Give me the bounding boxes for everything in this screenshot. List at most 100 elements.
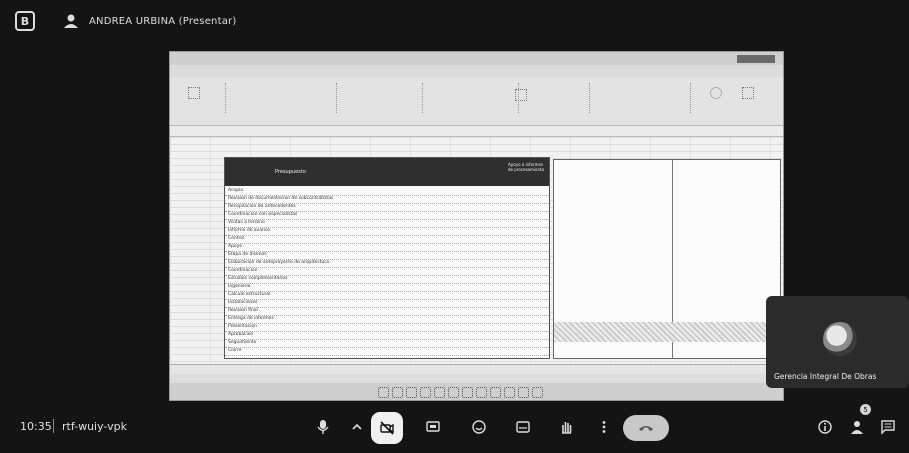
- table-row: Aprobacion: [225, 332, 549, 340]
- table-row: Recopilacion de antecedentes: [225, 204, 549, 212]
- table-row-label: Apoyo: [228, 244, 243, 249]
- table-row-label: Aprobacion: [228, 332, 254, 337]
- table-row: Seguimiento: [225, 340, 549, 348]
- camera-off-icon: [380, 421, 394, 435]
- shared-screen: Presupuesto Apoyo a informes de procesam…: [169, 51, 784, 401]
- microphone-icon: [317, 420, 329, 434]
- table-row: Revision final: [225, 308, 549, 316]
- more-vert-icon: [602, 421, 606, 433]
- participant-name: Gerencia Integral De Obras: [774, 372, 877, 381]
- share-button[interactable]: [737, 55, 775, 63]
- formula-bar[interactable]: [170, 126, 783, 137]
- ribbon-group: [337, 83, 423, 113]
- ribbon-group: [423, 83, 519, 113]
- chevron-up-icon: [352, 423, 362, 430]
- window-app-icon[interactable]: B: [15, 11, 35, 31]
- bottom-divider: [53, 419, 54, 433]
- presenter-label: ANDREA URBINA (Presentar): [89, 16, 237, 27]
- more-options-button[interactable]: [590, 413, 618, 441]
- participant-tile[interactable]: Gerencia Integral De Obras: [766, 296, 909, 388]
- table-row: Cierre: [225, 348, 549, 356]
- hangup-icon: [639, 426, 653, 431]
- table-header-note: Apoyo a informes de procesamiento: [508, 162, 545, 172]
- info-icon: [818, 420, 832, 434]
- participant-avatar: [823, 322, 857, 356]
- paste-icon[interactable]: [188, 87, 200, 99]
- presenter-person-icon: [64, 14, 78, 28]
- taskbar-app-icon[interactable]: [490, 387, 501, 398]
- present-screen-icon: [426, 421, 440, 432]
- table-row-label: Visitas a terreno: [228, 220, 265, 225]
- app-icon-letter: B: [20, 14, 30, 28]
- table-row-label: Seguimiento: [228, 340, 257, 345]
- taskbar-app-icon[interactable]: [462, 387, 473, 398]
- table-row: Elaboracion de anteproyecto de arquitect…: [225, 260, 549, 268]
- table-row-label: Recopilacion de antecedentes: [228, 204, 296, 209]
- present-screen-button[interactable]: [419, 413, 447, 441]
- taskbar-app-icon[interactable]: [406, 387, 417, 398]
- ribbon-group: [519, 83, 590, 113]
- table-row: Instalaciones: [225, 300, 549, 308]
- table-row-label: Calculo estructural: [228, 292, 271, 297]
- taskbar-search-icon[interactable]: [392, 387, 403, 398]
- captions-button[interactable]: [509, 413, 537, 441]
- table-row-label: Entrega de informes: [228, 316, 274, 321]
- table-row-label: Revision de documentacion de subcontrati…: [228, 196, 334, 201]
- meeting-info-button[interactable]: [811, 413, 839, 441]
- raise-hand-button[interactable]: [552, 413, 580, 441]
- panel-hatched-area: [554, 322, 780, 342]
- table-row-label: Etapa de disenos: [228, 252, 267, 257]
- table-row: Apoyo: [225, 244, 549, 252]
- top-bar: B ANDREA URBINA (Presentar): [0, 0, 909, 46]
- taskbar-app-icon[interactable]: [434, 387, 445, 398]
- sort-icon[interactable]: [710, 87, 722, 99]
- leave-call-button[interactable]: [623, 415, 669, 441]
- table-row-label: Control: [228, 236, 245, 241]
- table-row-label: Acopio: [228, 188, 244, 193]
- excel-ribbon: [170, 77, 783, 126]
- taskbar-app-icon[interactable]: [448, 387, 459, 398]
- emoji-button[interactable]: [465, 413, 493, 441]
- people-button[interactable]: [843, 413, 871, 441]
- people-count-badge: 5: [860, 404, 871, 415]
- captions-icon: [516, 421, 530, 433]
- excel-status-bar: [170, 374, 783, 383]
- excel-title-bar: [170, 52, 783, 65]
- table-row: Estudios complementarios: [225, 276, 549, 284]
- emoji-icon: [472, 420, 486, 434]
- spreadsheet-grid[interactable]: Presupuesto Apoyo a informes de procesam…: [170, 137, 783, 364]
- taskbar-start-icon[interactable]: [378, 387, 389, 398]
- table-row: Revision de documentacion de subcontrati…: [225, 196, 549, 204]
- table-row-label: Cierre: [228, 348, 242, 353]
- taskbar-app-icon[interactable]: [532, 387, 543, 398]
- chat-icon: [881, 420, 895, 435]
- meeting-code: rtf-wuiy-vpk: [62, 420, 127, 433]
- chat-button[interactable]: [874, 413, 902, 441]
- table-row-label: Ingenieria: [228, 284, 251, 289]
- taskbar-app-icon[interactable]: [504, 387, 515, 398]
- table-row-label: Informe de avance: [228, 228, 271, 233]
- microphone-button[interactable]: [309, 413, 337, 441]
- meeting-clock: 10:35: [20, 420, 52, 433]
- audio-options-button[interactable]: [343, 413, 371, 441]
- table-row-label: Elaboracion de anteproyecto de arquitect…: [228, 260, 330, 265]
- table-row: Coordinacion: [225, 268, 549, 276]
- taskbar-app-icon[interactable]: [518, 387, 529, 398]
- table-row-label: Presentacion: [228, 324, 257, 329]
- windows-taskbar: [170, 383, 783, 400]
- table-row: Visitas a terreno: [225, 220, 549, 228]
- table-row: Presentacion: [225, 324, 549, 332]
- addin-icon[interactable]: [742, 87, 754, 99]
- camera-off-button[interactable]: [371, 412, 403, 444]
- taskbar-app-icon[interactable]: [476, 387, 487, 398]
- ribbon-group: [590, 83, 691, 113]
- notes-panel: [553, 159, 781, 359]
- budget-table: Presupuesto Apoyo a informes de procesam…: [224, 157, 550, 359]
- table-row: Calculo estructural: [225, 292, 549, 300]
- taskbar-app-icon[interactable]: [420, 387, 431, 398]
- table-row-label: Instalaciones: [228, 300, 258, 305]
- insert-icon[interactable]: [515, 89, 527, 101]
- people-icon: [851, 421, 863, 434]
- table-row: Control: [225, 236, 549, 244]
- table-row-label: Coordinacion: [228, 268, 258, 273]
